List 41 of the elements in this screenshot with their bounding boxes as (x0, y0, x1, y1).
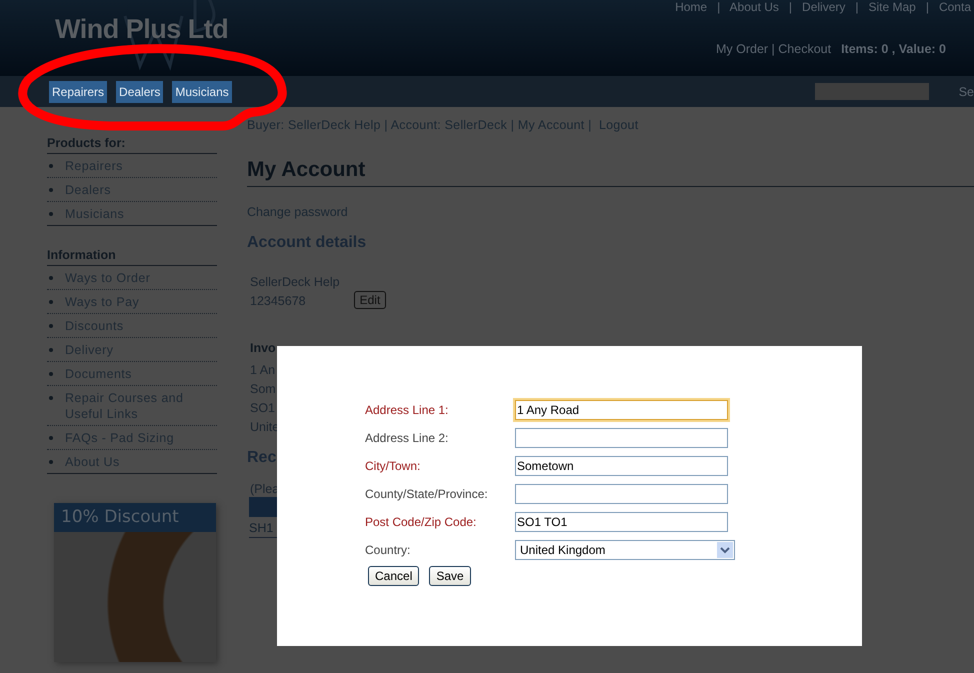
field-label: Post Code/Zip Code: (365, 515, 478, 529)
bullet-icon (49, 324, 53, 328)
sidebar-heading: Products for: (47, 136, 217, 154)
bullet-icon (49, 276, 53, 280)
input-field[interactable] (515, 428, 728, 448)
bullet-icon (49, 164, 53, 168)
bullet-icon (49, 396, 53, 400)
bullet-icon (49, 300, 53, 304)
field-label: Address Line 1: (365, 403, 450, 417)
dialog-button[interactable]: Cancel (368, 566, 420, 586)
bullet-icon (49, 348, 53, 352)
nav-button[interactable]: Repairers (49, 80, 108, 102)
field-label: Address Line 2: (365, 431, 450, 445)
bullet-icon (49, 372, 53, 376)
input-field[interactable]: 1 Any Road (515, 400, 728, 420)
nav-button[interactable]: Dealers (116, 80, 164, 102)
site-logo[interactable]: Wind Plus Ltd (55, 14, 228, 45)
section-heading: Invo (250, 341, 276, 355)
caret-icon (717, 542, 733, 558)
field-label: Country: (365, 543, 412, 557)
bullet-icon (49, 188, 53, 192)
search-label[interactable]: Se (958, 84, 974, 98)
field-label: County/State/Province: (365, 487, 489, 501)
bullet-icon (49, 212, 53, 216)
input-field[interactable]: SO1 TO1 (515, 512, 728, 532)
page-title: My Account (247, 158, 974, 187)
input-field[interactable] (515, 484, 728, 504)
top-links[interactable]: Home | About Us | Delivery | Site Map | Conta (675, 0, 971, 14)
input-field[interactable]: Sometown (515, 456, 728, 476)
field-label: City/Town: (365, 459, 422, 473)
search-field[interactable] (814, 83, 929, 100)
cart-summary: Items: 0 , Value: 0 (841, 42, 946, 56)
bullet-icon (49, 436, 53, 440)
edit-button[interactable]: Edit (354, 291, 386, 309)
nav-button[interactable]: Musicians (172, 80, 232, 102)
sidebar-heading: Information (47, 248, 217, 266)
promo-title: 10% Discount (54, 503, 216, 532)
dialog-button[interactable]: Save (429, 566, 471, 586)
country-select[interactable]: United Kingdom (515, 540, 735, 560)
bullet-icon (49, 460, 53, 464)
cart-links[interactable]: My Order | Checkout (716, 42, 832, 56)
